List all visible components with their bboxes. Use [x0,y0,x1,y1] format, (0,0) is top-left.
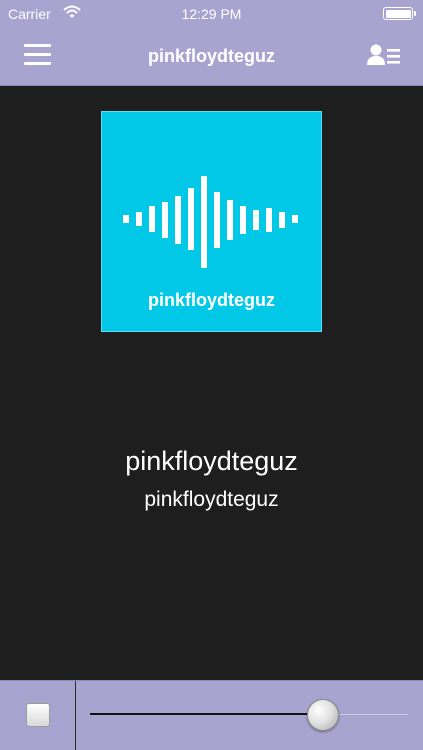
contacts-list-icon[interactable] [366,42,402,68]
track-subtitle: pinkfloydteguz [144,488,279,511]
stop-button[interactable] [26,703,50,727]
volume-slider[interactable] [90,698,408,732]
artwork-label: pinkfloydteguz [148,290,275,310]
track-title: pinkfloydteguz [125,446,298,476]
app-screen: Carrier 12:29 PM pinkfloydteguz pinkfloy… [0,0,423,750]
page-title: pinkfloydteguz [148,46,275,66]
clock-time: 12:29 PM [181,6,242,22]
battery-icon [383,7,416,20]
player-bar [0,680,423,750]
top-bar: Carrier 12:29 PM pinkfloydteguz [0,0,423,86]
slider-fill [90,713,323,715]
player-divider [75,681,76,750]
album-artwork: pinkfloydteguz [101,111,322,332]
slider-thumb[interactable] [307,699,340,731]
status-bar: Carrier 12:29 PM [0,0,423,28]
